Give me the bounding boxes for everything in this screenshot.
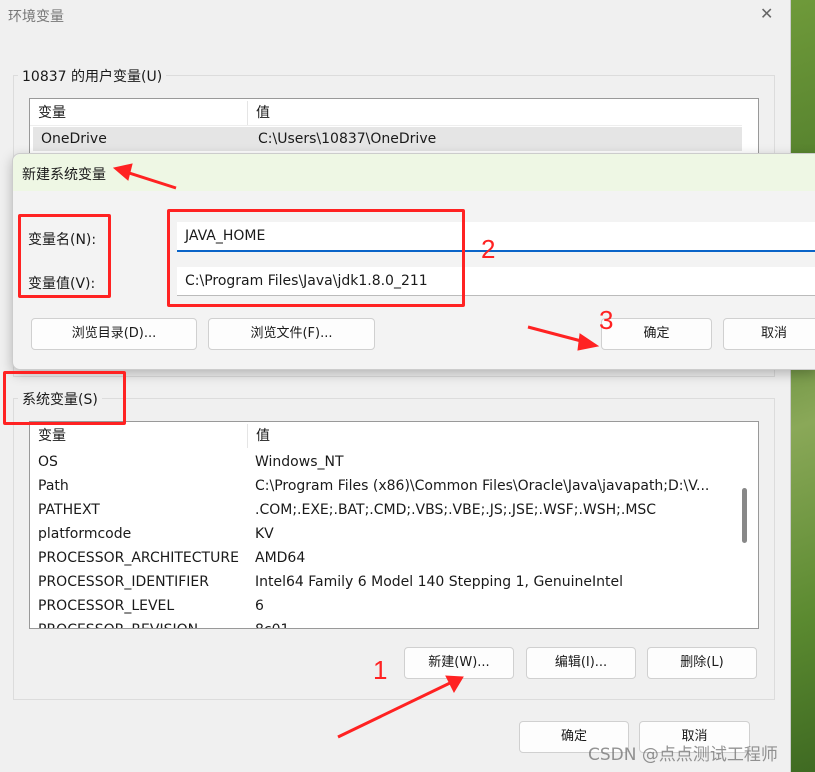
arrow-icon bbox=[527, 325, 586, 344]
arrow-head bbox=[577, 333, 600, 351]
arrow-head bbox=[112, 163, 133, 181]
annotation-arrows bbox=[112, 163, 600, 739]
arrow-icon bbox=[337, 681, 451, 739]
arrow-icon bbox=[125, 170, 177, 190]
watermark: CSDN @点点测试工程师 bbox=[588, 745, 778, 765]
